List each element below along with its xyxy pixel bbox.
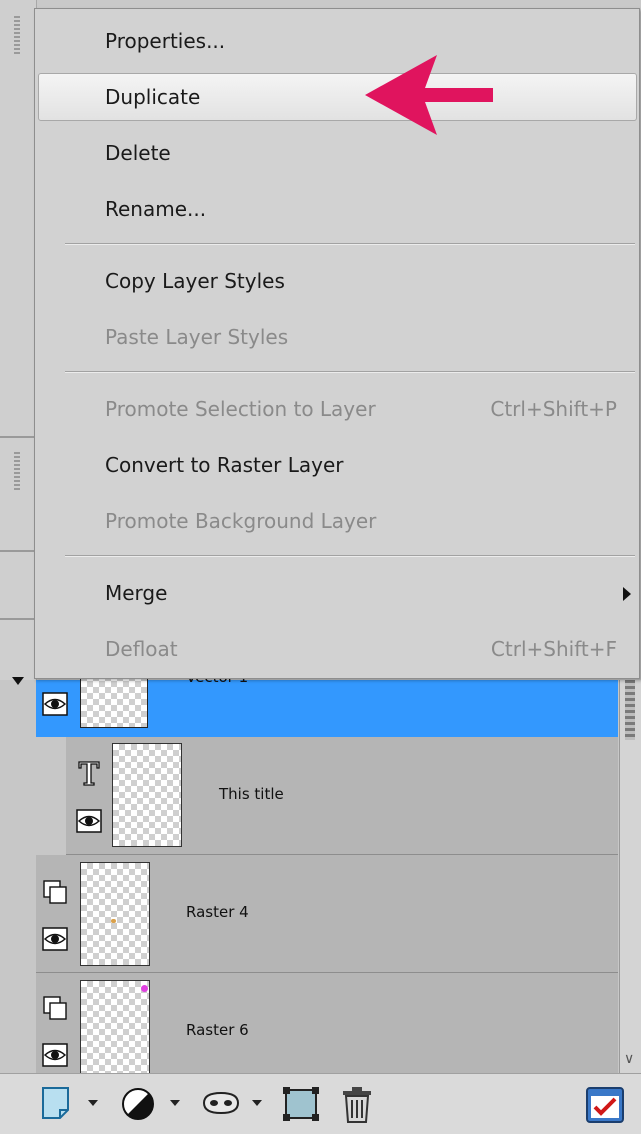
strip-divider [0,618,36,620]
layer-row[interactable]: Vector 1 [36,620,618,737]
menu-item-promote-selection: Promote Selection to Layer Ctrl+Shift+P [39,386,635,434]
text-layer-icon [76,759,102,786]
chevron-down-icon[interactable] [170,1100,180,1106]
menu-item-shortcut: Ctrl+Shift+P [490,397,617,421]
menu-item-label: Delete [105,141,171,165]
eye-icon[interactable] [42,927,68,951]
menu-separator [65,371,635,373]
chevron-down-icon[interactable] [252,1100,262,1106]
eye-icon[interactable] [76,809,102,833]
menu-item-paste-layer-styles: Paste Layer Styles [39,314,635,362]
menu-item-delete[interactable]: Delete [39,130,635,178]
layer-link-icon[interactable] [42,879,68,904]
panel-grip[interactable] [14,452,20,492]
menu-item-label: Paste Layer Styles [105,325,289,349]
layer-name: This title [219,785,284,803]
new-group-icon[interactable] [282,1086,320,1126]
thumbnail-content [111,919,116,923]
new-mask-layer-icon[interactable] [200,1090,242,1120]
layer-name: Raster 6 [186,1021,249,1039]
menu-item-rename[interactable]: Rename... [39,186,635,234]
menu-item-label: Properties... [105,29,226,53]
layer-options-icon[interactable] [585,1086,625,1128]
menu-item-convert-to-raster[interactable]: Convert to Raster Layer [39,442,635,490]
layer-row[interactable]: This title [66,737,618,855]
menu-item-label: Copy Layer Styles [105,269,285,293]
new-raster-layer-icon[interactable] [40,1086,76,1124]
layer-name: Raster 4 [186,903,249,921]
menu-item-label: Rename... [105,197,207,221]
layer-row[interactable]: Raster 4 [36,855,618,973]
menu-item-label: Defloat [105,637,178,661]
menu-item-label: Promote Selection to Layer [105,397,376,421]
layer-link-icon[interactable] [42,995,68,1020]
menu-item-label: Convert to Raster Layer [105,453,344,477]
panel-grip[interactable] [14,16,20,56]
menu-item-defloat: Defloat Ctrl+Shift+F [39,626,635,674]
menu-item-label: Merge [105,581,168,605]
thumbnail-content [141,985,148,992]
menu-item-label: Duplicate [105,85,201,109]
docked-panel-strip [0,0,37,680]
layers-panel: Vector 1 This title Raster 4 [0,620,641,1080]
delete-layer-icon[interactable] [340,1086,374,1128]
scroll-thumb[interactable] [625,680,635,740]
menu-item-shortcut: Ctrl+Shift+F [490,637,617,661]
layer-thumbnail [112,743,182,847]
new-adjustment-layer-icon[interactable] [120,1086,156,1126]
layer-thumbnail [80,980,150,1080]
layer-row[interactable]: Raster 6 [36,973,618,1080]
menu-item-label: Promote Background Layer [105,509,377,533]
scroll-down-icon[interactable]: ∨ [624,1051,634,1067]
eye-icon[interactable] [42,692,68,716]
annotation-arrow-icon [365,55,493,135]
menu-item-duplicate[interactable]: Duplicate [38,73,637,121]
menu-item-copy-layer-styles[interactable]: Copy Layer Styles [39,258,635,306]
collapse-triangle-icon[interactable] [12,677,24,685]
menu-item-merge[interactable]: Merge [39,570,635,618]
context-menu: Properties... Duplicate Delete Rename...… [34,8,640,679]
menu-separator [65,555,635,557]
menu-item-promote-background: Promote Background Layer [39,498,635,546]
menu-separator [65,243,635,245]
layer-thumbnail [80,862,150,966]
chevron-down-icon[interactable] [88,1100,98,1106]
layers-scrollbar[interactable]: ∨ [619,680,641,1073]
submenu-arrow-icon [623,587,631,601]
strip-divider [0,550,36,552]
menu-item-properties[interactable]: Properties... [39,18,635,66]
eye-icon[interactable] [42,1043,68,1067]
strip-divider [0,436,36,438]
layers-toolbar [0,1073,641,1134]
